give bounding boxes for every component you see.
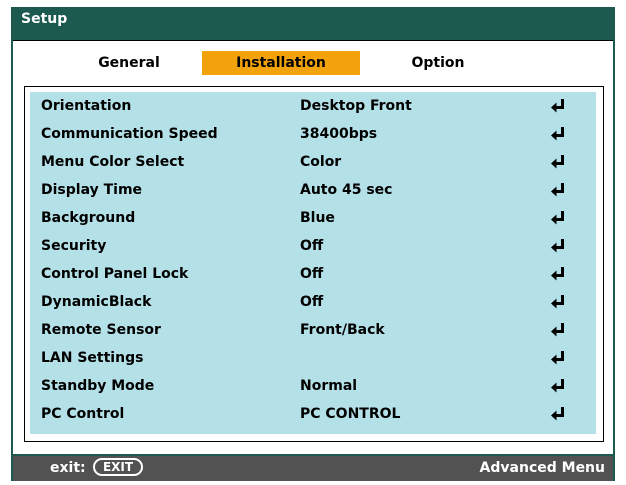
tab-bar: General Installation Option [13, 51, 613, 75]
enter-return-icon[interactable] [550, 237, 568, 255]
settings-list: Orientation Desktop Front Communication … [30, 92, 596, 434]
enter-return-icon[interactable] [550, 125, 568, 143]
setting-label: Display Time [41, 182, 143, 198]
setting-row-display-time[interactable]: Display Time Auto 45 sec [30, 176, 596, 204]
setting-row-menu-color-select[interactable]: Menu Color Select Color [30, 148, 596, 176]
setting-row-orientation[interactable]: Orientation Desktop Front [30, 92, 596, 120]
setting-label: Menu Color Select [41, 154, 185, 170]
exit-button[interactable]: EXIT [93, 458, 143, 476]
enter-return-icon[interactable] [550, 377, 568, 395]
window-title: Setup [21, 11, 68, 27]
setting-value: Auto 45 sec [300, 182, 393, 198]
setting-label: LAN Settings [41, 350, 144, 366]
exit-label: exit: [50, 460, 86, 476]
setting-label: Remote Sensor [41, 322, 161, 338]
setting-value: Blue [300, 210, 335, 226]
enter-return-icon[interactable] [550, 349, 568, 367]
setting-value: Normal [300, 378, 358, 394]
setup-content: General Installation Option Orientation … [13, 40, 613, 454]
setting-label: PC Control [41, 406, 125, 422]
setting-label: Orientation [41, 98, 132, 114]
setting-label: Communication Speed [41, 126, 218, 142]
tab-general[interactable]: General [69, 51, 189, 75]
setting-value: Off [300, 238, 324, 254]
setting-value: 38400bps [300, 126, 378, 142]
setting-row-pc-control[interactable]: PC Control PC CONTROL [30, 400, 596, 428]
enter-return-icon[interactable] [550, 265, 568, 283]
enter-return-icon[interactable] [550, 97, 568, 115]
setting-label: DynamicBlack [41, 294, 152, 310]
enter-return-icon[interactable] [550, 321, 568, 339]
enter-return-icon[interactable] [550, 153, 568, 171]
enter-return-icon[interactable] [550, 293, 568, 311]
setting-label: Standby Mode [41, 378, 155, 394]
enter-return-icon[interactable] [550, 405, 568, 423]
setting-value: Color [300, 154, 342, 170]
setting-value: Front/Back [300, 322, 385, 338]
tab-installation[interactable]: Installation [202, 51, 360, 75]
setting-label: Control Panel Lock [41, 266, 189, 282]
setting-row-background[interactable]: Background Blue [30, 204, 596, 232]
setting-row-dynamicblack[interactable]: DynamicBlack Off [30, 288, 596, 316]
setting-value: Off [300, 294, 324, 310]
setting-row-security[interactable]: Security Off [30, 232, 596, 260]
setting-row-remote-sensor[interactable]: Remote Sensor Front/Back [30, 316, 596, 344]
setting-value: Desktop Front [300, 98, 412, 114]
enter-return-icon[interactable] [550, 181, 568, 199]
enter-return-icon[interactable] [550, 209, 568, 227]
setting-label: Background [41, 210, 136, 226]
settings-panel: Orientation Desktop Front Communication … [24, 86, 604, 442]
setting-value: Off [300, 266, 324, 282]
setting-row-standby-mode[interactable]: Standby Mode Normal [30, 372, 596, 400]
footer-bar: exit: EXIT Advanced Menu [13, 456, 613, 481]
setting-label: Security [41, 238, 107, 254]
setting-value: PC CONTROL [300, 406, 401, 422]
advanced-menu-label[interactable]: Advanced Menu [480, 460, 605, 476]
setting-row-lan-settings[interactable]: LAN Settings [30, 344, 596, 372]
setting-row-communication-speed[interactable]: Communication Speed 38400bps [30, 120, 596, 148]
tab-option[interactable]: Option [383, 51, 493, 75]
setting-row-control-panel-lock[interactable]: Control Panel Lock Off [30, 260, 596, 288]
setup-window: Setup General Installation Option Orient… [11, 7, 615, 481]
